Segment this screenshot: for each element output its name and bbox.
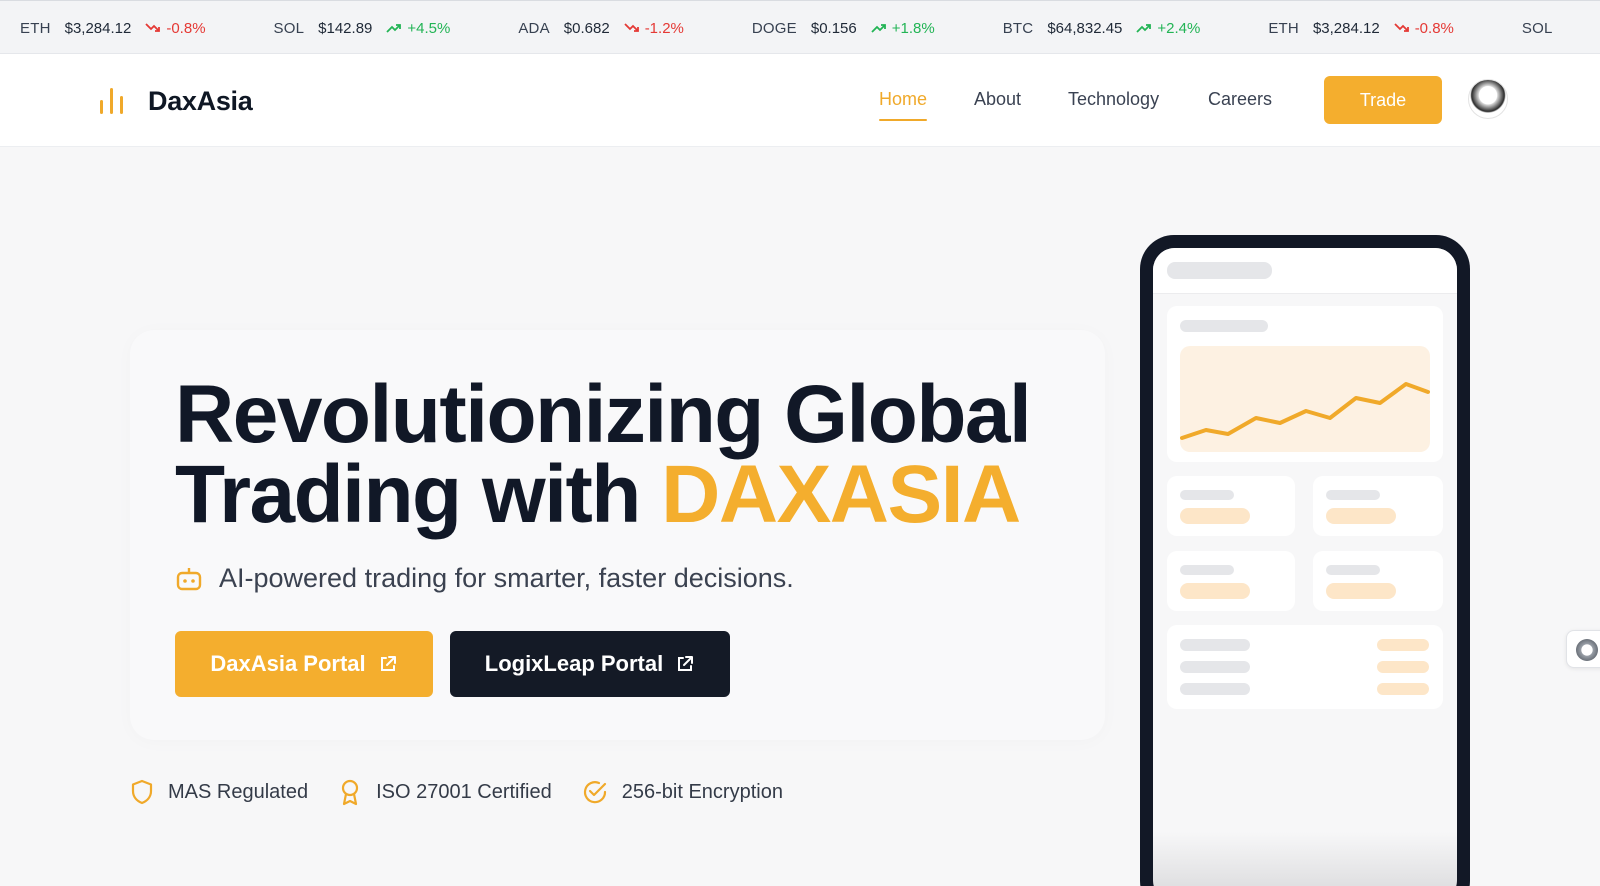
- placeholder-bar: [1167, 262, 1272, 279]
- badge-iso: ISO 27001 Certified: [338, 778, 552, 806]
- ticker-item: BTC $64,832.45 +2.4%: [1003, 20, 1201, 37]
- badge-mas-label: MAS Regulated: [168, 780, 309, 803]
- ticker-change: +1.8%: [891, 19, 935, 37]
- phone-stat-card: [1313, 476, 1443, 536]
- ticker-symbol: ETH: [1268, 19, 1299, 37]
- brand-name: DaxAsia: [148, 85, 253, 116]
- logixleap-portal-label: LogixLeap Portal: [484, 651, 664, 676]
- ticker-item: ETH $3,284.12 -0.8%: [1268, 20, 1454, 37]
- award-icon: [341, 779, 359, 806]
- badge-encryption: 256-bit Encryption: [582, 779, 783, 805]
- tagline-text: AI-powered trading for smarter, faster d…: [219, 563, 794, 593]
- screen-fade: [1153, 832, 1457, 886]
- headline-accent: DAXASIA: [661, 449, 1021, 540]
- placeholder-value: [1326, 508, 1396, 524]
- placeholder-value: [1377, 639, 1429, 651]
- phone-list-card: [1167, 625, 1443, 709]
- bar-chart-icon: [100, 84, 128, 118]
- placeholder-bar: [1326, 565, 1380, 575]
- ticker-change: -0.8%: [166, 19, 206, 37]
- floating-widget-button[interactable]: [1566, 630, 1600, 668]
- ticker-item: DOGE $0.156 +1.8%: [752, 20, 935, 37]
- headline-line-2-prefix: Trading with: [175, 449, 662, 540]
- nav-careers[interactable]: Careers: [1208, 89, 1272, 117]
- phone-topbar: [1153, 248, 1457, 294]
- nav-about[interactable]: About: [974, 89, 1021, 117]
- price-ticker: ETH $3,284.12 -0.8% SOL $142.89 +4.5% ADA $0.68…: [0, 0, 1600, 54]
- ticker-item: ETH $3,284.12 -0.8%: [20, 20, 206, 37]
- widget-icon: [1576, 639, 1598, 661]
- trend-up-icon: [386, 24, 402, 33]
- ticker-symbol: ADA: [518, 19, 550, 37]
- trend-down-icon: [624, 23, 639, 32]
- headline-line-1: Revolutionizing Global: [175, 369, 1032, 460]
- placeholder-bar: [1180, 320, 1268, 332]
- ticker-price: $64,832.45: [1047, 19, 1123, 37]
- external-link-icon: [380, 656, 396, 671]
- ticker-track: ETH $3,284.12 -0.8% SOL $142.89 +4.5% ADA $0.68…: [20, 1, 1600, 53]
- ticker-item: SOL: [1522, 20, 1567, 37]
- badge-mas: MAS Regulated: [130, 779, 308, 805]
- ticker-item: ADA $0.682 -1.2%: [518, 20, 684, 37]
- check-circle-icon: [583, 781, 606, 804]
- logixleap-portal-button[interactable]: LogixLeap Portal: [450, 631, 730, 697]
- phone-chart-card: [1167, 306, 1443, 462]
- placeholder-value: [1180, 583, 1250, 599]
- ticker-price: $142.89: [318, 19, 373, 37]
- badge-iso-label: ISO 27001 Certified: [376, 780, 552, 803]
- trend-up-icon: [1136, 24, 1152, 33]
- phone-stat-card: [1167, 551, 1295, 611]
- placeholder-bar: [1326, 490, 1380, 500]
- badge-encryption-label: 256-bit Encryption: [621, 780, 783, 803]
- nav-technology[interactable]: Technology: [1068, 89, 1159, 117]
- phone-stat-card: [1167, 476, 1295, 536]
- ticker-change: -1.2%: [644, 19, 684, 37]
- hero-tagline: AI-powered trading for smarter, faster d…: [175, 563, 794, 594]
- ticker-symbol: DOGE: [751, 19, 797, 37]
- placeholder-value: [1326, 583, 1396, 599]
- ticker-symbol: SOL: [273, 19, 305, 37]
- site-header: DaxAsia Home About Technology Careers Tr…: [0, 54, 1600, 147]
- phone-stat-card: [1313, 551, 1443, 611]
- trend-up-icon: [871, 24, 886, 33]
- trade-button[interactable]: Trade: [1324, 76, 1442, 124]
- placeholder-bar: [1180, 490, 1234, 500]
- placeholder-bar: [1180, 661, 1250, 673]
- trend-down-icon: [145, 23, 161, 32]
- ticker-symbol: SOL: [1521, 19, 1553, 37]
- brand-logo[interactable]: DaxAsia: [100, 84, 253, 118]
- placeholder-value: [1180, 508, 1250, 524]
- trend-down-icon: [1394, 23, 1409, 32]
- ticker-price: $0.156: [810, 19, 857, 37]
- daxasia-portal-button[interactable]: DaxAsia Portal: [175, 631, 433, 697]
- placeholder-bar: [1180, 683, 1250, 695]
- placeholder-bar: [1180, 565, 1234, 575]
- placeholder-value: [1377, 683, 1429, 695]
- hero-headline: Revolutionizing Global Trading with DAXA…: [175, 374, 1032, 536]
- avatar[interactable]: [1468, 79, 1508, 119]
- placeholder-value: [1377, 661, 1429, 673]
- ticker-price: $3,284.12: [1312, 19, 1380, 37]
- external-link-icon: [678, 656, 694, 671]
- ticker-symbol: ETH: [20, 19, 51, 37]
- daxasia-portal-label: DaxAsia Portal: [210, 651, 366, 676]
- trust-badges: MAS Regulated ISO 27001 Certified 256-bi…: [130, 778, 813, 806]
- phone-mockup: [1140, 235, 1470, 886]
- shield-icon: [131, 779, 153, 805]
- ticker-price: $3,284.12: [64, 19, 132, 37]
- placeholder-bar: [1180, 639, 1250, 651]
- ticker-change: -0.8%: [1414, 19, 1454, 37]
- robot-icon: [176, 567, 202, 590]
- phone-screen: [1153, 248, 1457, 886]
- nav-home[interactable]: Home: [879, 89, 928, 121]
- ticker-change: +2.4%: [1157, 19, 1201, 37]
- ticker-item: SOL $142.89 +4.5%: [274, 20, 451, 37]
- ticker-change: +4.5%: [407, 19, 451, 37]
- sparkline-chart: [1180, 346, 1430, 452]
- ticker-symbol: BTC: [1002, 19, 1034, 37]
- ticker-price: $0.682: [563, 19, 610, 37]
